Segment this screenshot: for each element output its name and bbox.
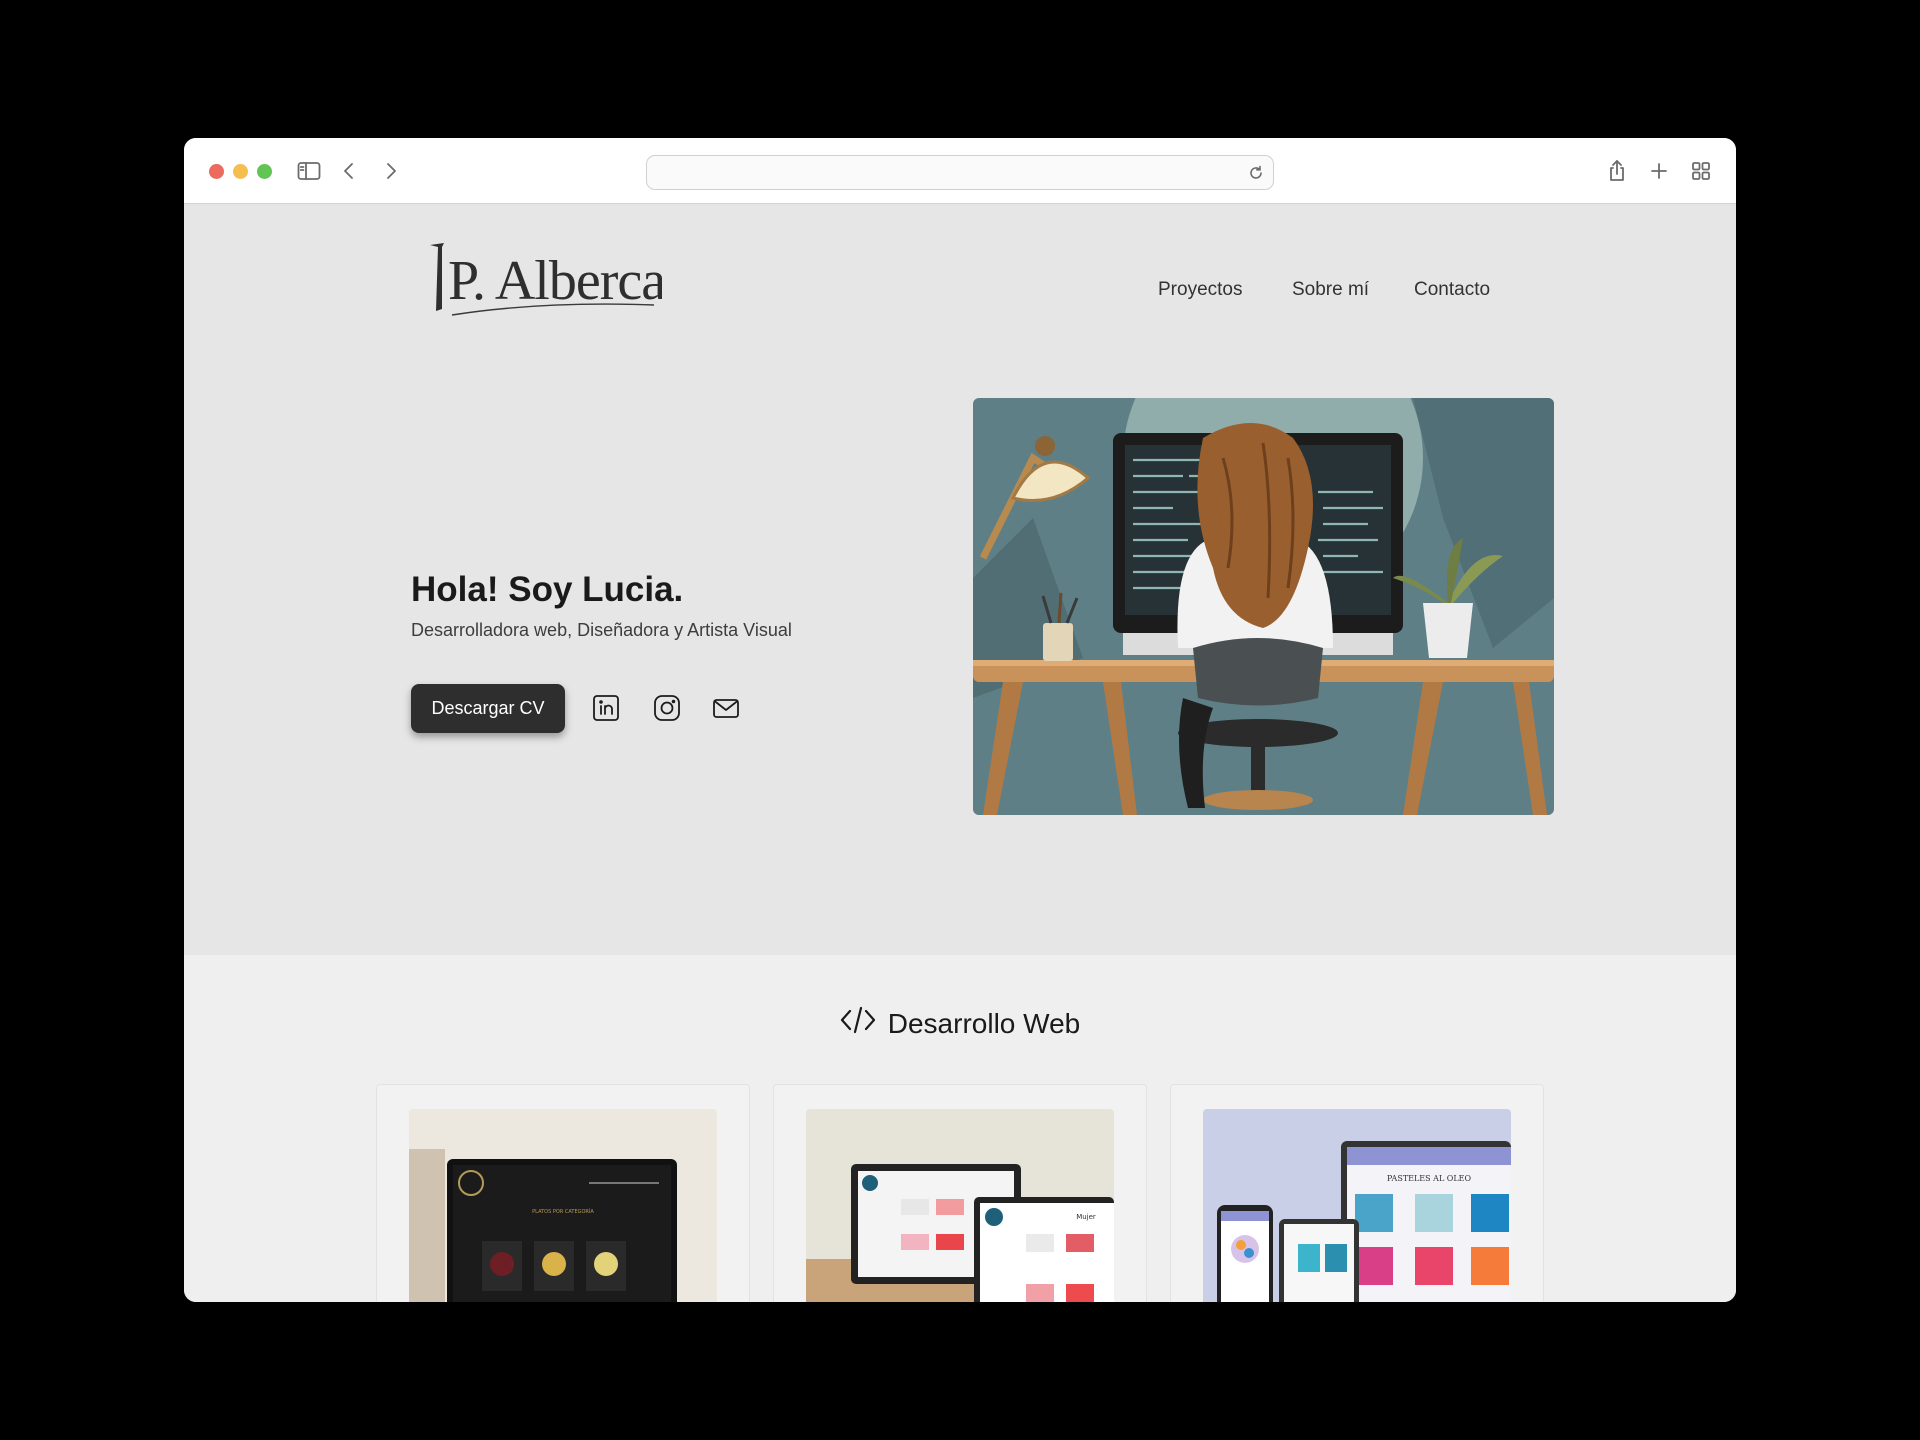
sidebar-icon[interactable] [294, 156, 324, 186]
instagram-icon[interactable] [650, 691, 684, 725]
tab-overview-icon[interactable] [1686, 156, 1716, 186]
address-bar[interactable] [646, 155, 1274, 190]
nav-sobre-mi[interactable]: Sobre mí [1292, 279, 1369, 301]
back-icon[interactable] [334, 156, 364, 186]
browser-toolbar [184, 138, 1736, 204]
reload-icon[interactable] [1247, 164, 1265, 182]
project-card[interactable]: PLATOS POR CATEGORÍA [376, 1084, 750, 1302]
section-title: Desarrollo Web [887, 1007, 1081, 1039]
site-logo[interactable]: P. Alberca [422, 237, 667, 323]
zoom-window-button[interactable] [257, 164, 272, 179]
project-card[interactable]: Mujer [773, 1084, 1147, 1302]
hero-illustration [973, 398, 1554, 815]
mail-icon[interactable] [709, 691, 743, 725]
forward-icon[interactable] [376, 156, 406, 186]
linkedin-icon[interactable] [589, 691, 623, 725]
browser-window: P. Alberca Proyectos Sobre mí Contacto H… [184, 138, 1736, 1302]
download-cv-button[interactable]: Descargar CV [411, 684, 565, 733]
project-thumbnail: PASTELES AL OLEO [1203, 1109, 1511, 1302]
svg-text:P. Alberca: P. Alberca [448, 250, 662, 312]
nav-proyectos[interactable]: Proyectos [1158, 279, 1242, 301]
hero-section: P. Alberca Proyectos Sobre mí Contacto H… [184, 205, 1736, 955]
thumb-heading: PLATOS POR CATEGORÍA [532, 1208, 594, 1215]
thumb-heading: Mujer [1076, 1213, 1096, 1221]
project-thumbnail: PLATOS POR CATEGORÍA [409, 1109, 717, 1302]
thumb-heading: PASTELES AL OLEO [1387, 1174, 1472, 1183]
minimize-window-button[interactable] [233, 164, 248, 179]
hero-subtitle: Desarrolladora web, Diseñadora y Artista… [411, 620, 792, 640]
new-tab-icon[interactable] [1644, 156, 1674, 186]
web-dev-section: Desarrollo Web PLATOS POR CATEGORÍA Muje… [184, 955, 1736, 1302]
section-heading: Desarrollo Web [184, 1005, 1736, 1042]
project-card[interactable]: PASTELES AL OLEO [1170, 1084, 1544, 1302]
nav-contacto[interactable]: Contacto [1414, 279, 1490, 301]
close-window-button[interactable] [209, 164, 224, 179]
web-page: P. Alberca Proyectos Sobre mí Contacto H… [184, 205, 1736, 1302]
share-icon[interactable] [1602, 156, 1632, 186]
project-thumbnail: Mujer [806, 1109, 1114, 1302]
code-icon [840, 1005, 876, 1042]
hero-title: Hola! Soy Lucia. [411, 570, 684, 609]
